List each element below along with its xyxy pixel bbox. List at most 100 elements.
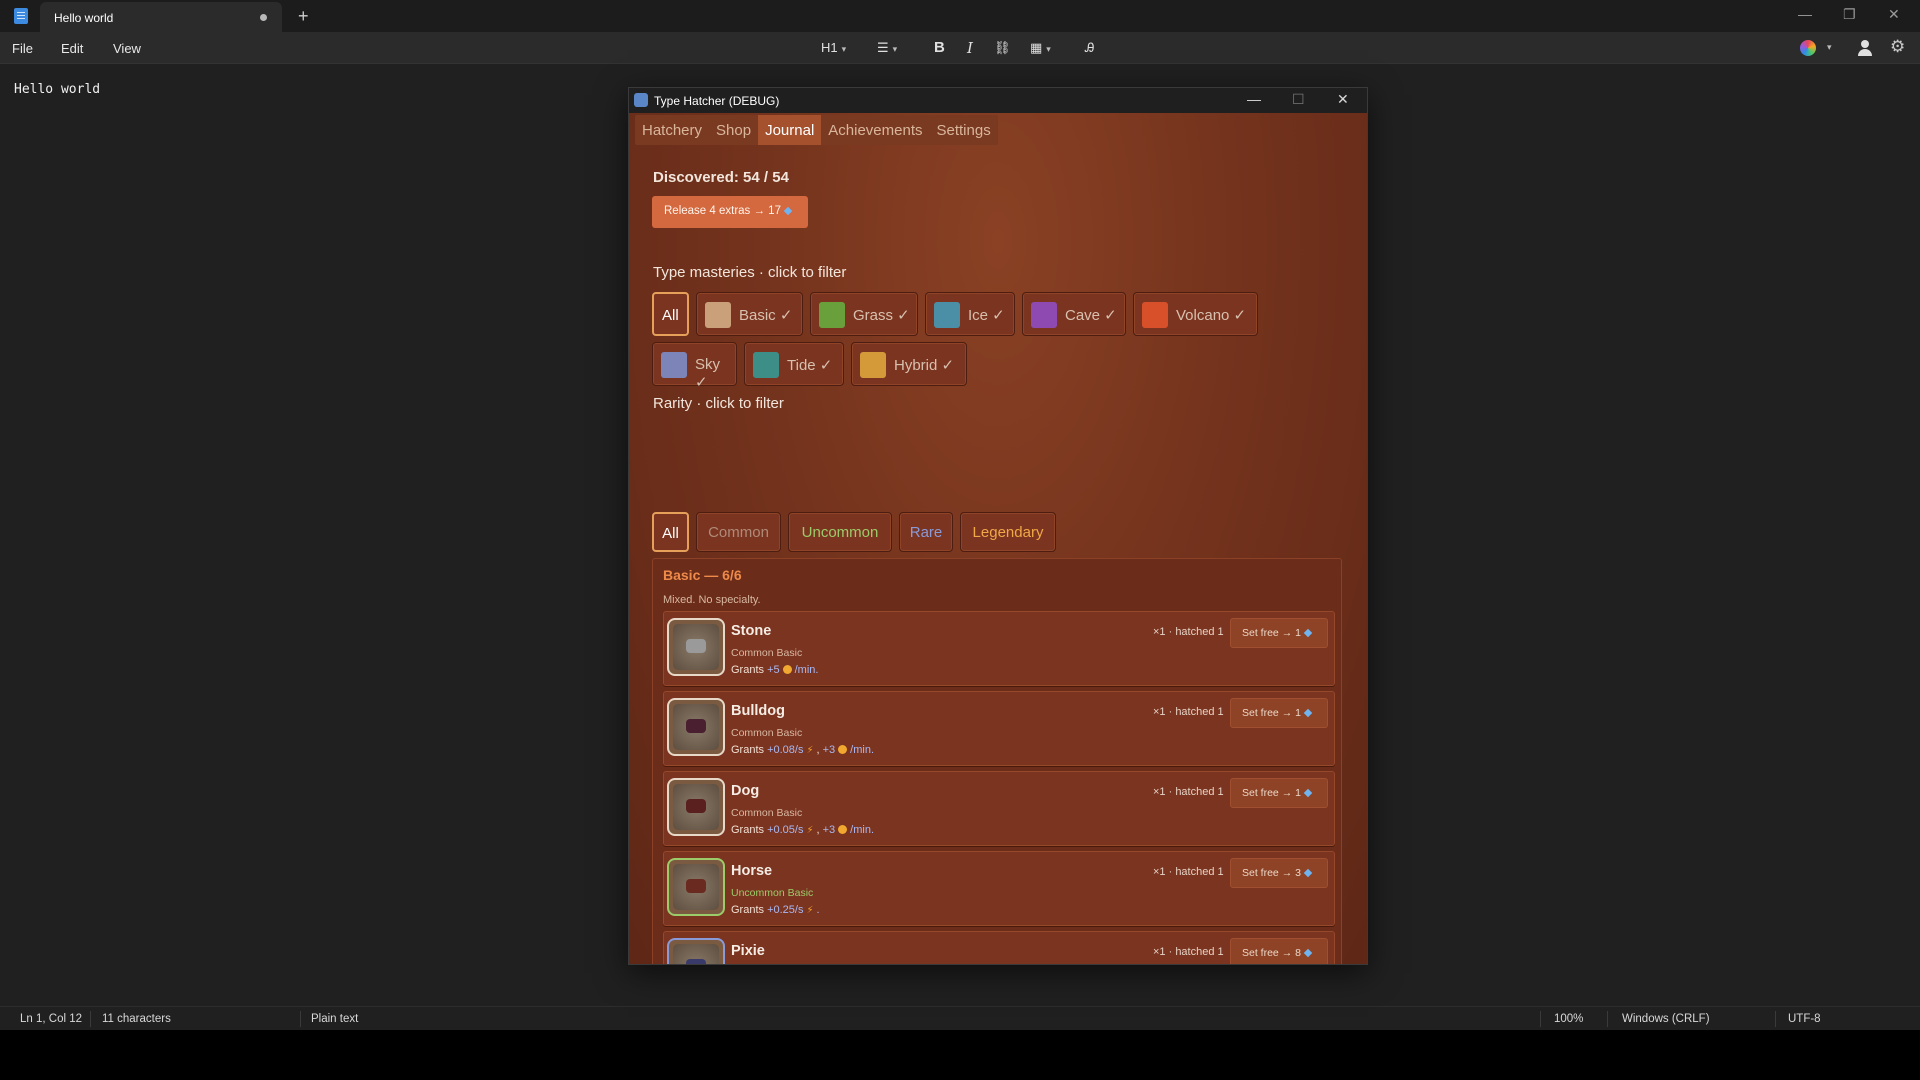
clear-formatting-icon[interactable]: Ꭿ [1085,40,1094,56]
rarity-chip-legendary[interactable]: Legendary [960,512,1056,552]
chevron-down-icon: ▾ [841,44,847,54]
set-free-button[interactable]: Set free → 3 [1230,858,1328,888]
grant-suffix: /min. [850,744,875,756]
new-tab-plus-icon[interactable]: + [298,6,309,27]
bold-icon[interactable]: B [934,39,945,56]
set-free-button[interactable]: Set free → 8 [1230,938,1328,964]
type-chip-volcano[interactable]: Volcano ✓ [1133,292,1258,336]
tab-settings[interactable]: Settings [930,115,998,145]
status-zoom[interactable]: 100% [1554,1013,1583,1025]
italic-icon[interactable]: I [967,39,973,57]
editor-text[interactable]: Hello world [14,82,100,97]
grant-value: +0.05/s [767,824,804,836]
discovered-count: Discovered: 54 / 54 [653,169,789,186]
pet-count: ×1 · hatched 1 [1153,626,1224,638]
type-group-basic: Basic — 6/6 Mixed. No specialty. Stone Co… [652,558,1342,964]
close-icon[interactable]: ✕ [1888,6,1900,23]
menu-view[interactable]: View [113,41,141,56]
pet-card: Horse Uncommon Basic Grants +0.25/s ⚡. ×1 · … [663,851,1335,926]
pet-grants: Grants +0.05/s ⚡, +3/min. [731,824,874,836]
pet-card: Stone Common Basic Grants +5/min. ×1 · hatc… [663,611,1335,686]
release-label: Release 4 extras → 17 [664,205,781,217]
pet-card: PixieRare BasicGrants +1.0×✨. When a rai… [663,931,1335,964]
energy-icon: ⚡ [806,905,814,916]
tab-journal[interactable]: Journal [758,115,822,145]
gem-icon [1303,868,1313,878]
chevron-down-icon[interactable]: ▾ [1827,42,1832,53]
table-dropdown[interactable]: ▦ ▾ [1030,40,1051,56]
status-encoding[interactable]: UTF-8 [1788,1013,1821,1025]
pet-rarity: Common Basic [731,807,803,819]
menu-edit[interactable]: Edit [61,41,83,56]
notepad-tab[interactable]: Hello world [40,2,282,32]
chevron-down-icon: ▾ [892,44,898,54]
coin-icon [838,825,848,834]
type-chip-hybrid[interactable]: Hybrid ✓ [851,342,967,386]
type-chip-ice[interactable]: Ice ✓ [925,292,1015,336]
set-free-button[interactable]: Set free → 1 [1230,618,1328,648]
user-account-icon[interactable] [1857,40,1873,56]
close-icon[interactable]: ✕ [1337,91,1349,108]
game-body: Hatchery Shop Journal Achievements Setti… [629,113,1367,964]
copilot-icon[interactable] [1800,40,1816,56]
pet-rarity: Common Basic [731,727,803,739]
type-chip-cave[interactable]: Cave ✓ [1022,292,1126,336]
set-free-button[interactable]: Set free → 1 [1230,698,1328,728]
rarity-chip-rare[interactable]: Rare [899,512,953,552]
grant-value-2: +3 [822,744,836,756]
notepad-app-icon [14,8,28,24]
status-line-ending[interactable]: Windows (CRLF) [1622,1013,1710,1025]
grant-prefix: Grants [731,744,768,756]
type-chip-grass[interactable]: Grass ✓ [810,292,918,336]
set-free-label: Set free → 8 [1242,947,1301,959]
link-icon[interactable]: ⛓ [994,40,1011,56]
energy-icon: ⚡ [806,825,814,836]
type-chip-tide[interactable]: Tide ✓ [744,342,844,386]
pet-portrait [667,778,725,836]
grant-value: +5 [767,664,780,676]
pet-sprite-icon [686,959,706,964]
rarity-chip-all[interactable]: All [652,512,689,552]
portrait-background [673,784,719,830]
rarity-heading: Rarity · click to filter [653,395,784,412]
heading-dropdown[interactable]: H1 ▾ [821,40,846,55]
tab-shop[interactable]: Shop [709,115,758,145]
type-chip-basic[interactable]: Basic ✓ [696,292,803,336]
set-free-button[interactable]: Set free → 1 [1230,778,1328,808]
minimize-icon[interactable]: — [1247,91,1261,107]
pet-card: Dog Common Basic Grants +0.05/s ⚡, +3/min. ×… [663,771,1335,846]
type-swatch [1031,302,1057,328]
unsaved-dot-icon[interactable] [260,14,267,21]
minimize-icon[interactable]: — [1798,6,1812,22]
energy-icon: ⚡ [806,745,814,756]
portrait-background [673,944,719,964]
chip-label: Volcano ✓ [1176,307,1247,324]
pet-rarity: Common Basic [731,647,803,659]
grant-suffix: /min. [794,664,819,676]
type-chip-all[interactable]: All [652,292,689,336]
tab-hatchery[interactable]: Hatchery [635,115,709,145]
pet-sprite-icon [686,639,706,653]
chip-label: All [662,307,679,324]
pet-sprite-icon [686,879,706,893]
grant-prefix: Grants [731,824,768,836]
tab-achievements[interactable]: Achievements [821,115,929,145]
table-icon: ▦ [1030,40,1043,55]
coin-icon [838,745,848,754]
app-icon [634,93,648,107]
list-dropdown[interactable]: ☰ ▾ [877,40,897,56]
settings-gear-icon[interactable]: ⚙ [1890,37,1905,57]
grant-value-2: +3 [822,824,836,836]
type-swatch [1142,302,1168,328]
rarity-chip-uncommon[interactable]: Uncommon [788,512,892,552]
rarity-chip-common[interactable]: Common [696,512,781,552]
type-chip-sky[interactable]: Sky ✓ [652,342,737,391]
maximize-icon[interactable]: ☐ [1292,91,1305,108]
type-swatch [934,302,960,328]
group-subtitle: Mixed. No specialty. [663,594,761,606]
pet-name: Dog [731,783,760,799]
restore-icon[interactable]: ❐ [1843,6,1856,23]
status-format: Plain text [311,1013,359,1025]
release-extras-button[interactable]: Release 4 extras → 17 [652,196,808,228]
menu-file[interactable]: File [12,41,33,56]
